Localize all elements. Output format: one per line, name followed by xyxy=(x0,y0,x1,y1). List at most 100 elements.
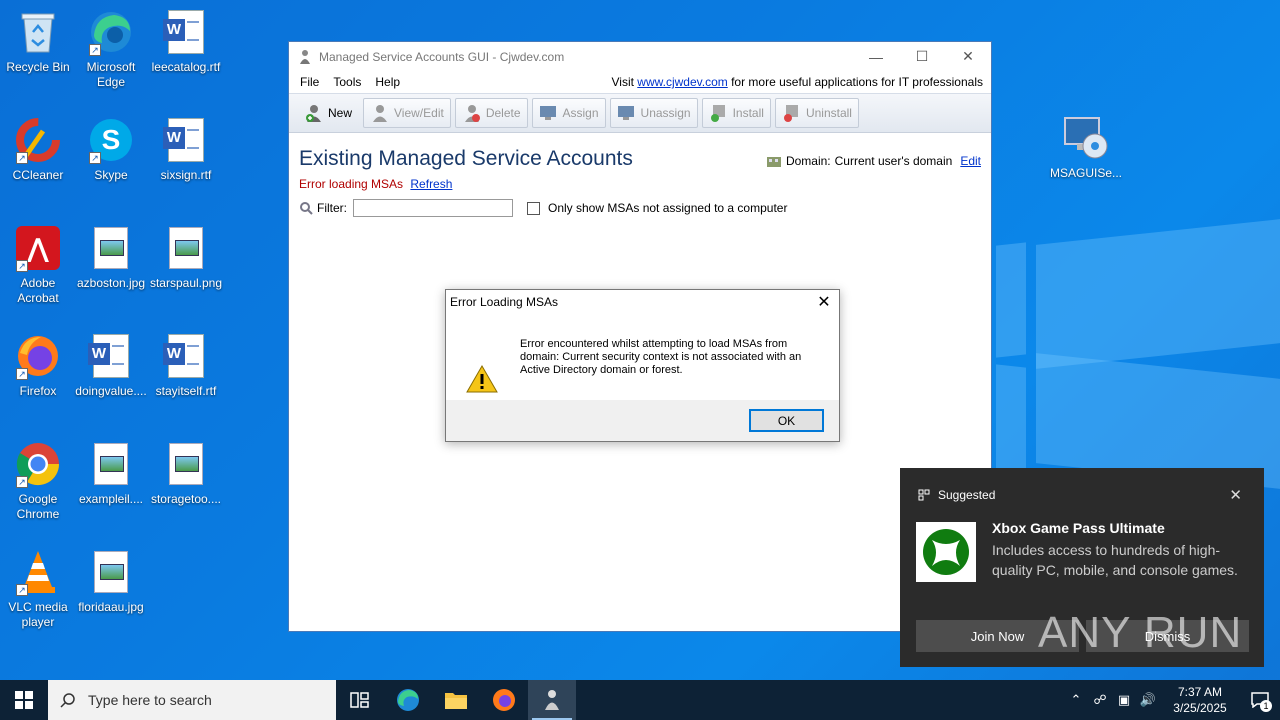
dialog-body: Error encountered whilst attempting to l… xyxy=(446,314,839,400)
chevron-up-icon[interactable]: ⌃ xyxy=(1064,692,1088,708)
windows-logo-icon xyxy=(15,691,33,709)
desktop-icon-firefox[interactable]: ↗ Firefox xyxy=(0,332,76,399)
folder-icon xyxy=(445,693,467,709)
search-icon xyxy=(60,693,75,708)
desktop-icon-label: sixsign.rtf xyxy=(160,168,212,182)
computer-assign-icon xyxy=(539,106,556,120)
taskbar-search[interactable]: Type here to search xyxy=(48,680,336,720)
start-button[interactable] xyxy=(0,680,48,720)
task-view-button[interactable] xyxy=(336,680,384,720)
desktop-icon-exampleil[interactable]: exampleil.... xyxy=(73,440,149,507)
cjwdev-link[interactable]: www.cjwdev.com xyxy=(637,75,727,89)
desktop-icon-label: leecatalog.rtf xyxy=(151,60,221,74)
desktop-icon-ccleaner[interactable]: ↗ CCleaner xyxy=(0,116,76,183)
desktop-icon-starspaul[interactable]: starspaul.png xyxy=(148,224,224,291)
refresh-link[interactable]: Refresh xyxy=(410,177,452,191)
taskbar-file-explorer[interactable] xyxy=(432,680,480,720)
desktop-icon-microsoft-edge[interactable]: ↗ Microsoft Edge xyxy=(73,8,149,90)
menu-tools[interactable]: Tools xyxy=(326,75,368,89)
view-edit-button[interactable]: View/Edit xyxy=(363,98,451,128)
desktop-icon-label: Google Chrome xyxy=(16,492,60,521)
desktop-icon-floridaau[interactable]: floridaau.jpg xyxy=(73,548,149,615)
desktop-icon-label: stayitself.rtf xyxy=(155,384,217,398)
close-button[interactable]: ✕ xyxy=(945,42,991,71)
xbox-icon xyxy=(916,522,976,582)
desktop-icon-msaguise[interactable]: MSAGUISe... xyxy=(1048,114,1124,181)
toast-header: Suggested xyxy=(918,488,995,502)
error-text: Error loading MSAs xyxy=(299,177,404,191)
taskbar-edge[interactable] xyxy=(384,680,432,720)
user-edit-icon xyxy=(373,105,388,122)
recycle-bin-icon xyxy=(14,8,62,56)
search-placeholder: Type here to search xyxy=(88,692,212,708)
menu-help[interactable]: Help xyxy=(368,75,407,89)
desktop-icon-vlc[interactable]: ↗ VLC media player xyxy=(0,548,76,630)
taskbar-firefox[interactable] xyxy=(480,680,528,720)
assign-button[interactable]: Assign xyxy=(531,98,606,128)
desktop-icon-recycle-bin[interactable]: Recycle Bin xyxy=(0,8,76,75)
volume-icon[interactable]: 🔊 xyxy=(1136,692,1160,708)
desktop-icon-label: exampleil.... xyxy=(78,492,144,506)
dialog-close-button[interactable]: ✕ xyxy=(809,290,839,314)
unassigned-only-checkbox[interactable] xyxy=(527,201,540,215)
view-edit-label: View/Edit xyxy=(394,106,444,120)
dialog-titlebar[interactable]: Error Loading MSAs ✕ xyxy=(446,290,839,314)
word-document-icon: W xyxy=(162,8,210,56)
domain-icon xyxy=(766,157,781,167)
domain-edit-link[interactable]: Edit xyxy=(960,154,981,168)
search-icon xyxy=(300,202,313,215)
filter-row: Filter: Only show MSAs not assigned to a… xyxy=(299,199,981,217)
window-titlebar[interactable]: Managed Service Accounts GUI - Cjwdev.co… xyxy=(289,42,991,71)
skype-icon: S ↗ xyxy=(87,116,135,164)
desktop-icon-sixsign[interactable]: W sixsign.rtf xyxy=(148,116,224,183)
minimize-button[interactable]: — xyxy=(853,42,899,71)
desktop-icon-label: CCleaner xyxy=(12,168,64,182)
filter-input[interactable] xyxy=(353,199,513,217)
desktop-icon-label: Microsoft Edge xyxy=(86,60,136,89)
store-icon xyxy=(918,489,930,501)
wallpaper-logo-pane xyxy=(1036,219,1280,369)
system-tray: ⌃ ☍ ▣ 🔊 7:37 AM 3/25/2025 1 xyxy=(1064,680,1280,720)
desktop-icon-doingvalue[interactable]: W doingvalue.... xyxy=(73,332,149,399)
desktop-icon-google-chrome[interactable]: ↗ Google Chrome xyxy=(0,440,76,522)
dialog-footer: OK xyxy=(446,400,839,441)
delete-button[interactable]: Delete xyxy=(454,98,528,128)
menu-file[interactable]: File xyxy=(293,75,326,89)
desktop-icon-leecatalog[interactable]: W leecatalog.rtf xyxy=(148,8,224,75)
desktop-icon-label: azboston.jpg xyxy=(76,276,146,290)
meet-now-icon[interactable]: ☍ xyxy=(1088,692,1112,708)
ok-button[interactable]: OK xyxy=(749,409,824,432)
install-button[interactable]: Install xyxy=(701,98,771,128)
unassign-button[interactable]: Unassign xyxy=(609,98,698,128)
main-content: Existing Managed Service Accounts Domain… xyxy=(289,133,991,231)
domain-value: Current user's domain xyxy=(834,154,953,168)
visit-banner: Visit www.cjwdev.com for more useful app… xyxy=(611,75,991,89)
desktop-icon-label: doingvalue.... xyxy=(75,384,147,398)
desktop-icon-skype[interactable]: S ↗ Skype xyxy=(73,116,149,183)
taskbar-clock[interactable]: 7:37 AM 3/25/2025 xyxy=(1166,684,1234,716)
desktop-icon-stayitself[interactable]: W stayitself.rtf xyxy=(148,332,224,399)
image-file-icon xyxy=(162,224,210,272)
app-icon xyxy=(545,690,559,710)
desktop-icon-label: Recycle Bin xyxy=(6,60,70,74)
taskbar-msa-gui[interactable] xyxy=(528,680,576,720)
network-icon[interactable]: ▣ xyxy=(1112,692,1136,708)
desktop-icon-adobe-acrobat[interactable]: ⋀ ↗ Adobe Acrobat xyxy=(0,224,76,306)
desktop-icon-azboston[interactable]: azboston.jpg xyxy=(73,224,149,291)
chrome-icon: ↗ xyxy=(14,440,62,488)
maximize-button[interactable]: ☐ xyxy=(899,42,945,71)
toast-close-button[interactable]: ✕ xyxy=(1229,486,1242,504)
vlc-icon: ↗ xyxy=(14,548,62,596)
app-icon xyxy=(300,49,310,64)
new-button[interactable]: New xyxy=(297,98,359,128)
task-view-icon xyxy=(350,692,369,708)
checkbox-label: Only show MSAs not assigned to a compute… xyxy=(548,201,788,215)
install-icon xyxy=(710,105,725,122)
monitor-disc-icon xyxy=(1062,114,1110,162)
edge-icon: ↗ xyxy=(87,8,135,56)
new-label: New xyxy=(328,106,353,120)
desktop-icon-storagetoo[interactable]: storagetoo.... xyxy=(148,440,224,507)
image-file-icon xyxy=(87,548,135,596)
notification-center-button[interactable]: 1 xyxy=(1240,680,1280,720)
uninstall-button[interactable]: Uninstall xyxy=(774,98,859,128)
